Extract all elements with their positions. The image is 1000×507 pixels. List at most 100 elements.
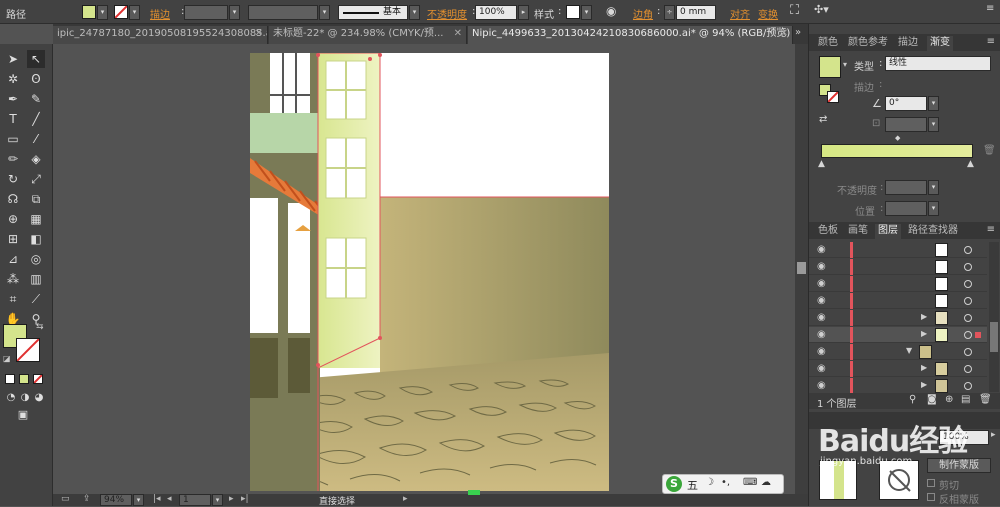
gradient-tool-icon[interactable]: ◧ <box>27 230 45 248</box>
stroke-swatch[interactable] <box>114 5 128 19</box>
color-mode-icon[interactable] <box>5 374 15 384</box>
free-transform-icon[interactable]: ⧉ <box>27 190 45 208</box>
visibility-eye-icon[interactable]: ◉ <box>817 278 826 289</box>
variable-width-field[interactable] <box>248 5 318 20</box>
angle-dropdown[interactable]: ▾ <box>928 96 939 111</box>
artboard-dropdown[interactable]: ▾ <box>212 494 223 506</box>
line-tool-icon[interactable]: ╱ <box>27 110 45 128</box>
recolor-icon[interactable]: ◉ <box>606 4 616 18</box>
target-circle-icon[interactable] <box>964 263 972 271</box>
close-icon[interactable]: ✕ <box>255 26 263 42</box>
tab-color[interactable]: 颜色 <box>815 36 841 51</box>
tab-brushes[interactable]: 画笔 <box>845 224 871 239</box>
ime-mode[interactable]: 五 <box>687 477 698 493</box>
layer-row[interactable]: ◉ <box>809 293 987 309</box>
visibility-eye-icon[interactable]: ◉ <box>817 329 826 340</box>
visibility-eye-icon[interactable]: ◉ <box>817 346 826 357</box>
tab-color-guide[interactable]: 颜色参考 <box>845 36 891 51</box>
eyedropper-icon[interactable]: ⊿ <box>4 250 22 268</box>
warp-tool-icon[interactable]: ☊ <box>4 190 22 208</box>
layers-scroll-thumb[interactable] <box>990 322 998 352</box>
invert-mask-checkbox[interactable] <box>927 493 935 501</box>
draw-inside-icon[interactable]: ◕ <box>30 389 48 407</box>
target-circle-icon[interactable] <box>964 348 972 356</box>
corner-stepper[interactable]: ÷ <box>664 5 675 20</box>
swap-colors-icon[interactable]: ⇆ <box>36 322 44 332</box>
tab-document-1[interactable]: ipic_24787180_20190508195524308085.ai* ✕ <box>53 26 268 44</box>
arrange-icon[interactable]: ✣▾ <box>814 3 829 16</box>
screen-mode-icon[interactable]: ▣ <box>14 406 32 424</box>
rectangle-tool-icon[interactable]: ▭ <box>4 130 22 148</box>
angle-field[interactable]: 0° <box>885 96 927 111</box>
zoom-dropdown[interactable]: ▾ <box>133 494 144 506</box>
lasso-icon[interactable]: ʘ <box>27 70 45 88</box>
gradient-stop-right[interactable]: ▲ <box>967 159 974 169</box>
layer-row[interactable]: ◉ ▶ <box>809 378 987 394</box>
align-link[interactable]: 对齐 <box>730 6 750 21</box>
fill-swatch[interactable] <box>82 5 96 19</box>
tab-document-3[interactable]: Nipic_4499633_20130424210830686000.ai* @… <box>468 26 793 44</box>
panel-menu-icon[interactable]: ≡ <box>987 224 995 235</box>
artboard[interactable] <box>250 53 609 491</box>
pen-tool-icon[interactable]: ✒ <box>4 90 22 108</box>
style-swatch[interactable] <box>566 5 580 19</box>
prev-artboard-icon[interactable]: ◂ <box>167 494 172 504</box>
column-graph-icon[interactable]: ▥ <box>27 270 45 288</box>
shape-builder-icon[interactable]: ⊕ <box>4 210 22 228</box>
stroke-label[interactable]: 描边 <box>150 6 170 21</box>
visibility-eye-icon[interactable]: ◉ <box>817 363 826 374</box>
target-circle-icon[interactable] <box>964 331 972 339</box>
stroke-mini-swatch[interactable] <box>827 91 839 103</box>
corner-field[interactable]: 0 mm <box>676 5 716 20</box>
tab-pathfinder[interactable]: 路径查找器 <box>905 224 961 239</box>
live-paint-icon[interactable]: ▦ <box>27 210 45 228</box>
tab-swatches[interactable]: 色板 <box>815 224 841 239</box>
export-icon[interactable]: ⇪ <box>83 494 91 504</box>
layer-row[interactable]: ◉ ▶ <box>809 327 987 343</box>
corner-label[interactable]: 边角 <box>633 6 653 21</box>
vertical-scrollbar[interactable] <box>795 44 808 494</box>
target-circle-icon[interactable] <box>964 314 972 322</box>
gradient-type-select[interactable]: 线性 <box>885 56 991 71</box>
pencil-tool-icon[interactable]: ✏ <box>4 150 22 168</box>
delete-stop-icon[interactable]: 🗑 <box>983 145 996 156</box>
tab-stroke[interactable]: 描边 <box>895 36 921 51</box>
close-icon[interactable]: ✕ <box>454 26 462 42</box>
tabs-overflow-icon[interactable]: » <box>795 27 801 38</box>
gradient-stop-left[interactable]: ▲ <box>818 159 825 169</box>
gradient-mode-icon[interactable] <box>19 374 29 384</box>
symbol-sprayer-icon[interactable]: ⁂ <box>4 270 22 288</box>
brush-profile-field[interactable]: 基本 <box>338 5 408 20</box>
keyboard-icon[interactable]: ⌨ <box>743 477 757 488</box>
transform-link[interactable]: 变换 <box>758 6 778 21</box>
midpoint-diamond-icon[interactable]: ◆ <box>895 134 900 142</box>
ime-logo[interactable]: S <box>666 476 682 492</box>
none-mode-icon[interactable] <box>33 374 43 384</box>
tab-layers[interactable]: 图层 <box>875 224 901 239</box>
opacity-dropdown[interactable]: ▸ <box>518 5 529 20</box>
vertical-scroll-thumb[interactable] <box>797 262 806 274</box>
layer-row[interactable]: ◉ <box>809 242 987 258</box>
layer-row[interactable]: ◉ ▼ <box>809 344 987 360</box>
curvature-tool-icon[interactable]: ✎ <box>27 90 45 108</box>
collapse-triangle-icon[interactable]: ▼ <box>906 346 912 355</box>
stroke-dropdown[interactable]: ▾ <box>129 5 140 20</box>
visibility-eye-icon[interactable]: ◉ <box>817 312 826 323</box>
zoom-field[interactable]: 94% <box>100 494 132 506</box>
eraser-icon[interactable]: ◈ <box>27 150 45 168</box>
visibility-eye-icon[interactable]: ◉ <box>817 295 826 306</box>
visibility-eye-icon[interactable]: ◉ <box>817 380 826 391</box>
layer-row[interactable]: ◉ ▶ <box>809 361 987 377</box>
brush-profile-dropdown[interactable]: ▾ <box>409 5 420 20</box>
stroke-weight-field[interactable] <box>184 5 228 20</box>
last-artboard-icon[interactable]: ▸| <box>241 494 249 504</box>
first-artboard-icon[interactable]: |◂ <box>153 494 161 504</box>
target-circle-icon[interactable] <box>964 246 972 254</box>
blend-tool-icon[interactable]: ◎ <box>27 250 45 268</box>
close-icon[interactable]: ✕ <box>780 26 788 42</box>
direct-selection-tool-icon[interactable]: ↖ <box>27 50 45 68</box>
expand-triangle-icon[interactable]: ▶ <box>921 380 927 389</box>
stroke-color-box[interactable] <box>16 338 40 362</box>
target-circle-icon[interactable] <box>964 280 972 288</box>
skin-icon[interactable]: ☁ <box>761 477 771 488</box>
